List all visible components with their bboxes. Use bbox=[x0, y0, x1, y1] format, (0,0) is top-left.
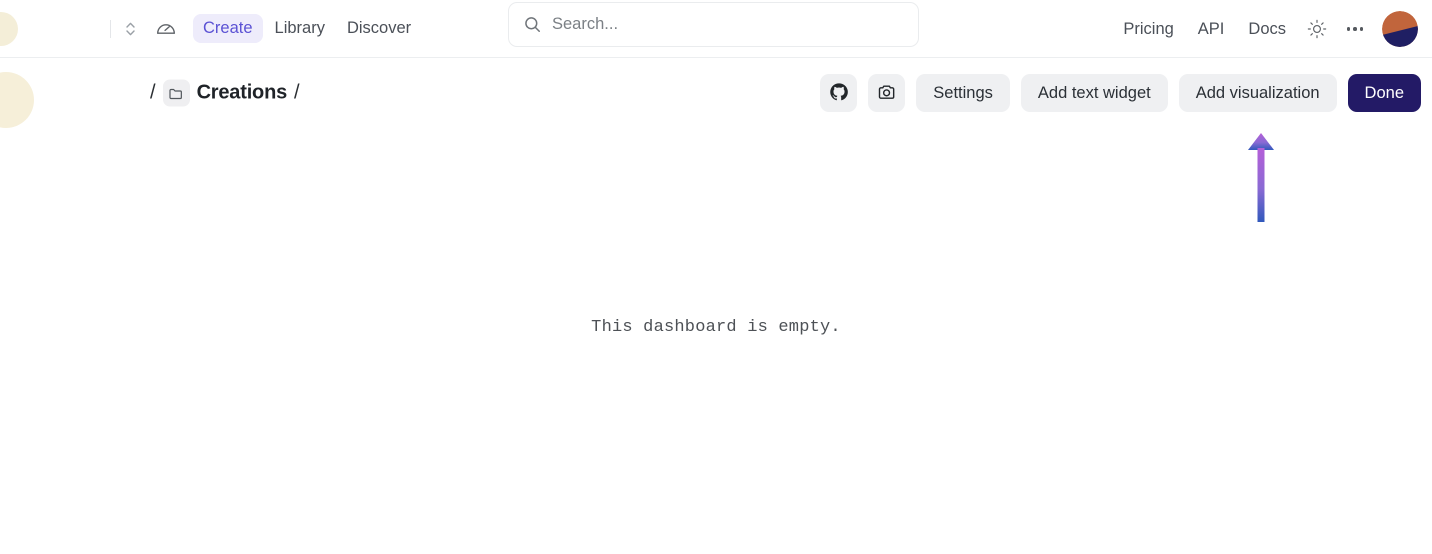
page-avatar[interactable] bbox=[0, 72, 34, 128]
breadcrumb: / Creations / bbox=[150, 79, 300, 107]
top-nav-left-group: Create Library Discover bbox=[0, 0, 421, 57]
chevron-up-down-icon[interactable] bbox=[117, 16, 143, 42]
folder-icon[interactable] bbox=[162, 79, 190, 107]
nav-link-create[interactable]: Create bbox=[193, 14, 263, 43]
sun-icon[interactable] bbox=[1302, 14, 1332, 44]
add-text-widget-button[interactable]: Add text widget bbox=[1020, 74, 1168, 112]
settings-button[interactable]: Settings bbox=[916, 74, 1010, 112]
top-link-pricing[interactable]: Pricing bbox=[1111, 15, 1185, 44]
empty-state-message: This dashboard is empty. bbox=[591, 318, 841, 337]
user-avatar[interactable] bbox=[1382, 11, 1418, 47]
done-button[interactable]: Done bbox=[1347, 74, 1421, 112]
top-nav-right-group: Pricing API Docs bbox=[1111, 0, 1424, 58]
breadcrumb-leading-slash: / bbox=[150, 81, 156, 104]
brand-avatar[interactable] bbox=[0, 11, 18, 46]
github-icon bbox=[829, 82, 849, 105]
search-box[interactable] bbox=[508, 2, 919, 47]
search-icon bbox=[523, 15, 542, 34]
nav-divider bbox=[110, 19, 111, 38]
breadcrumb-name[interactable]: Creations bbox=[197, 82, 288, 105]
top-link-docs[interactable]: Docs bbox=[1236, 15, 1298, 44]
nav-link-discover[interactable]: Discover bbox=[337, 14, 421, 43]
screenshot-button[interactable] bbox=[868, 74, 906, 112]
breadcrumb-trailing-slash: / bbox=[294, 81, 300, 104]
github-button[interactable] bbox=[820, 74, 858, 112]
search-input[interactable] bbox=[552, 15, 892, 34]
nav-link-library[interactable]: Library bbox=[265, 14, 335, 43]
gauge-icon[interactable] bbox=[151, 14, 181, 44]
toolbar-actions: Settings Add text widget Add visualizati… bbox=[820, 74, 1421, 112]
dashboard-canvas[interactable]: This dashboard is empty. bbox=[0, 128, 1432, 554]
add-visualization-button[interactable]: Add visualization bbox=[1178, 74, 1337, 112]
camera-icon bbox=[877, 82, 897, 105]
top-link-api[interactable]: API bbox=[1186, 15, 1237, 44]
ellipsis-icon[interactable] bbox=[1338, 14, 1372, 44]
top-navigation-bar: Create Library Discover Pricing API Docs bbox=[0, 0, 1432, 58]
primary-nav-links: Create Library Discover bbox=[193, 14, 421, 43]
dashboard-toolbar: / Creations / Settings Add text widget A… bbox=[0, 58, 1432, 128]
